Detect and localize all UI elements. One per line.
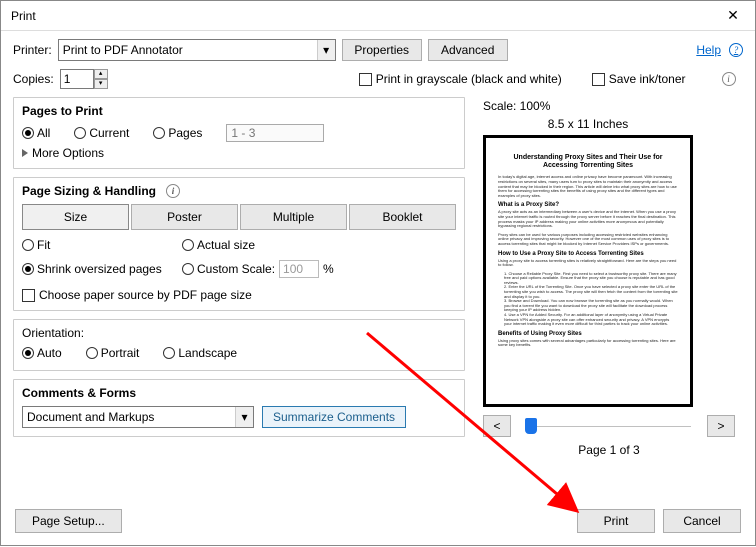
comments-select[interactable]: Document and Markups ▾ <box>22 406 254 428</box>
preview-pane: Scale: 100% 8.5 x 11 Inches Understandin… <box>483 97 743 457</box>
window-title: Print <box>11 9 713 23</box>
dimensions-label: 8.5 x 11 Inches <box>483 117 693 131</box>
advanced-button[interactable]: Advanced <box>428 39 508 61</box>
orientation-group: Orientation: Auto Portrait Landscape <box>13 319 465 371</box>
copies-input[interactable] <box>60 69 94 89</box>
chevron-down-icon: ▾ <box>317 40 335 60</box>
scale-label: Scale: 100% <box>483 99 743 113</box>
copies-row: Copies: ▴ ▾ Print in grayscale (black an… <box>1 67 755 97</box>
save-ink-checkbox[interactable]: Save ink/toner <box>592 72 686 86</box>
size-tab[interactable]: Size <box>22 204 129 230</box>
grayscale-checkbox[interactable]: Print in grayscale (black and white) <box>359 72 562 86</box>
pages-range-radio[interactable]: Pages <box>153 126 202 140</box>
printer-select[interactable]: Print to PDF Annotator ▾ <box>58 39 336 61</box>
page-indicator: Page 1 of 3 <box>483 443 735 457</box>
landscape-radio[interactable]: Landscape <box>163 346 237 360</box>
copies-up[interactable]: ▴ <box>94 69 108 79</box>
info-icon[interactable]: i <box>166 184 180 198</box>
print-dialog: Print ✕ Printer: Print to PDF Annotator … <box>0 0 756 546</box>
copies-label: Copies: <box>13 72 54 86</box>
pages-current-radio[interactable]: Current <box>74 126 129 140</box>
footer: Page Setup... Print Cancel <box>1 499 755 545</box>
page-preview: Understanding Proxy Sites and Their Use … <box>483 135 693 407</box>
auto-radio[interactable]: Auto <box>22 346 62 360</box>
fit-radio[interactable]: Fit <box>22 238 182 252</box>
printer-row: Printer: Print to PDF Annotator ▾ Proper… <box>1 31 755 67</box>
pages-title: Pages to Print <box>22 104 456 118</box>
cancel-button[interactable]: Cancel <box>663 509 741 533</box>
orientation-title: Orientation: <box>22 326 456 340</box>
page-slider[interactable] <box>517 424 701 428</box>
print-button[interactable]: Print <box>577 509 655 533</box>
preview-doc-title: Understanding Proxy Sites and Their Use … <box>498 154 678 169</box>
printer-select-value: Print to PDF Annotator <box>63 43 183 57</box>
booklet-tab[interactable]: Booklet <box>349 204 456 230</box>
close-button[interactable]: ✕ <box>713 2 753 30</box>
comments-group: Comments & Forms Document and Markups ▾ … <box>13 379 465 437</box>
pages-all-radio[interactable]: All <box>22 126 50 140</box>
poster-tab[interactable]: Poster <box>131 204 238 230</box>
comments-title: Comments & Forms <box>22 386 456 400</box>
pages-to-print-group: Pages to Print All Current Pages More Op… <box>13 97 465 169</box>
actual-size-radio[interactable]: Actual size <box>182 238 342 252</box>
info-icon[interactable]: i <box>722 72 736 86</box>
properties-button[interactable]: Properties <box>342 39 422 61</box>
custom-scale-radio[interactable]: Custom Scale: % <box>182 260 334 278</box>
printer-label: Printer: <box>13 43 52 57</box>
portrait-radio[interactable]: Portrait <box>86 346 140 360</box>
shrink-radio[interactable]: Shrink oversized pages <box>22 262 182 276</box>
help-link[interactable]: Help ? <box>696 43 743 57</box>
triangle-right-icon <box>22 149 28 157</box>
prev-page-button[interactable]: < <box>483 415 511 437</box>
help-icon: ? <box>729 43 743 57</box>
next-page-button[interactable]: > <box>707 415 735 437</box>
sizing-title: Page Sizing & Handling <box>22 184 156 198</box>
preview-sub2: How to Use a Proxy Site to Access Torren… <box>498 251 678 257</box>
preview-sub1: What is a Proxy Site? <box>498 202 678 208</box>
page-setup-button[interactable]: Page Setup... <box>15 509 122 533</box>
summarize-comments-button[interactable]: Summarize Comments <box>262 406 406 428</box>
copies-down[interactable]: ▾ <box>94 79 108 89</box>
pages-range-input[interactable] <box>226 124 324 142</box>
page-sizing-group: Page Sizing & Handling i Size Poster Mult… <box>13 177 465 311</box>
chevron-down-icon: ▾ <box>235 407 253 427</box>
preview-sub3: Benefits of Using Proxy Sites <box>498 331 678 337</box>
custom-scale-input[interactable] <box>279 260 319 278</box>
multiple-tab[interactable]: Multiple <box>240 204 347 230</box>
choose-paper-checkbox[interactable]: Choose paper source by PDF page size <box>22 288 252 302</box>
title-bar: Print ✕ <box>1 1 755 31</box>
slider-thumb[interactable] <box>525 418 537 434</box>
more-options-toggle[interactable]: More Options <box>22 146 456 160</box>
